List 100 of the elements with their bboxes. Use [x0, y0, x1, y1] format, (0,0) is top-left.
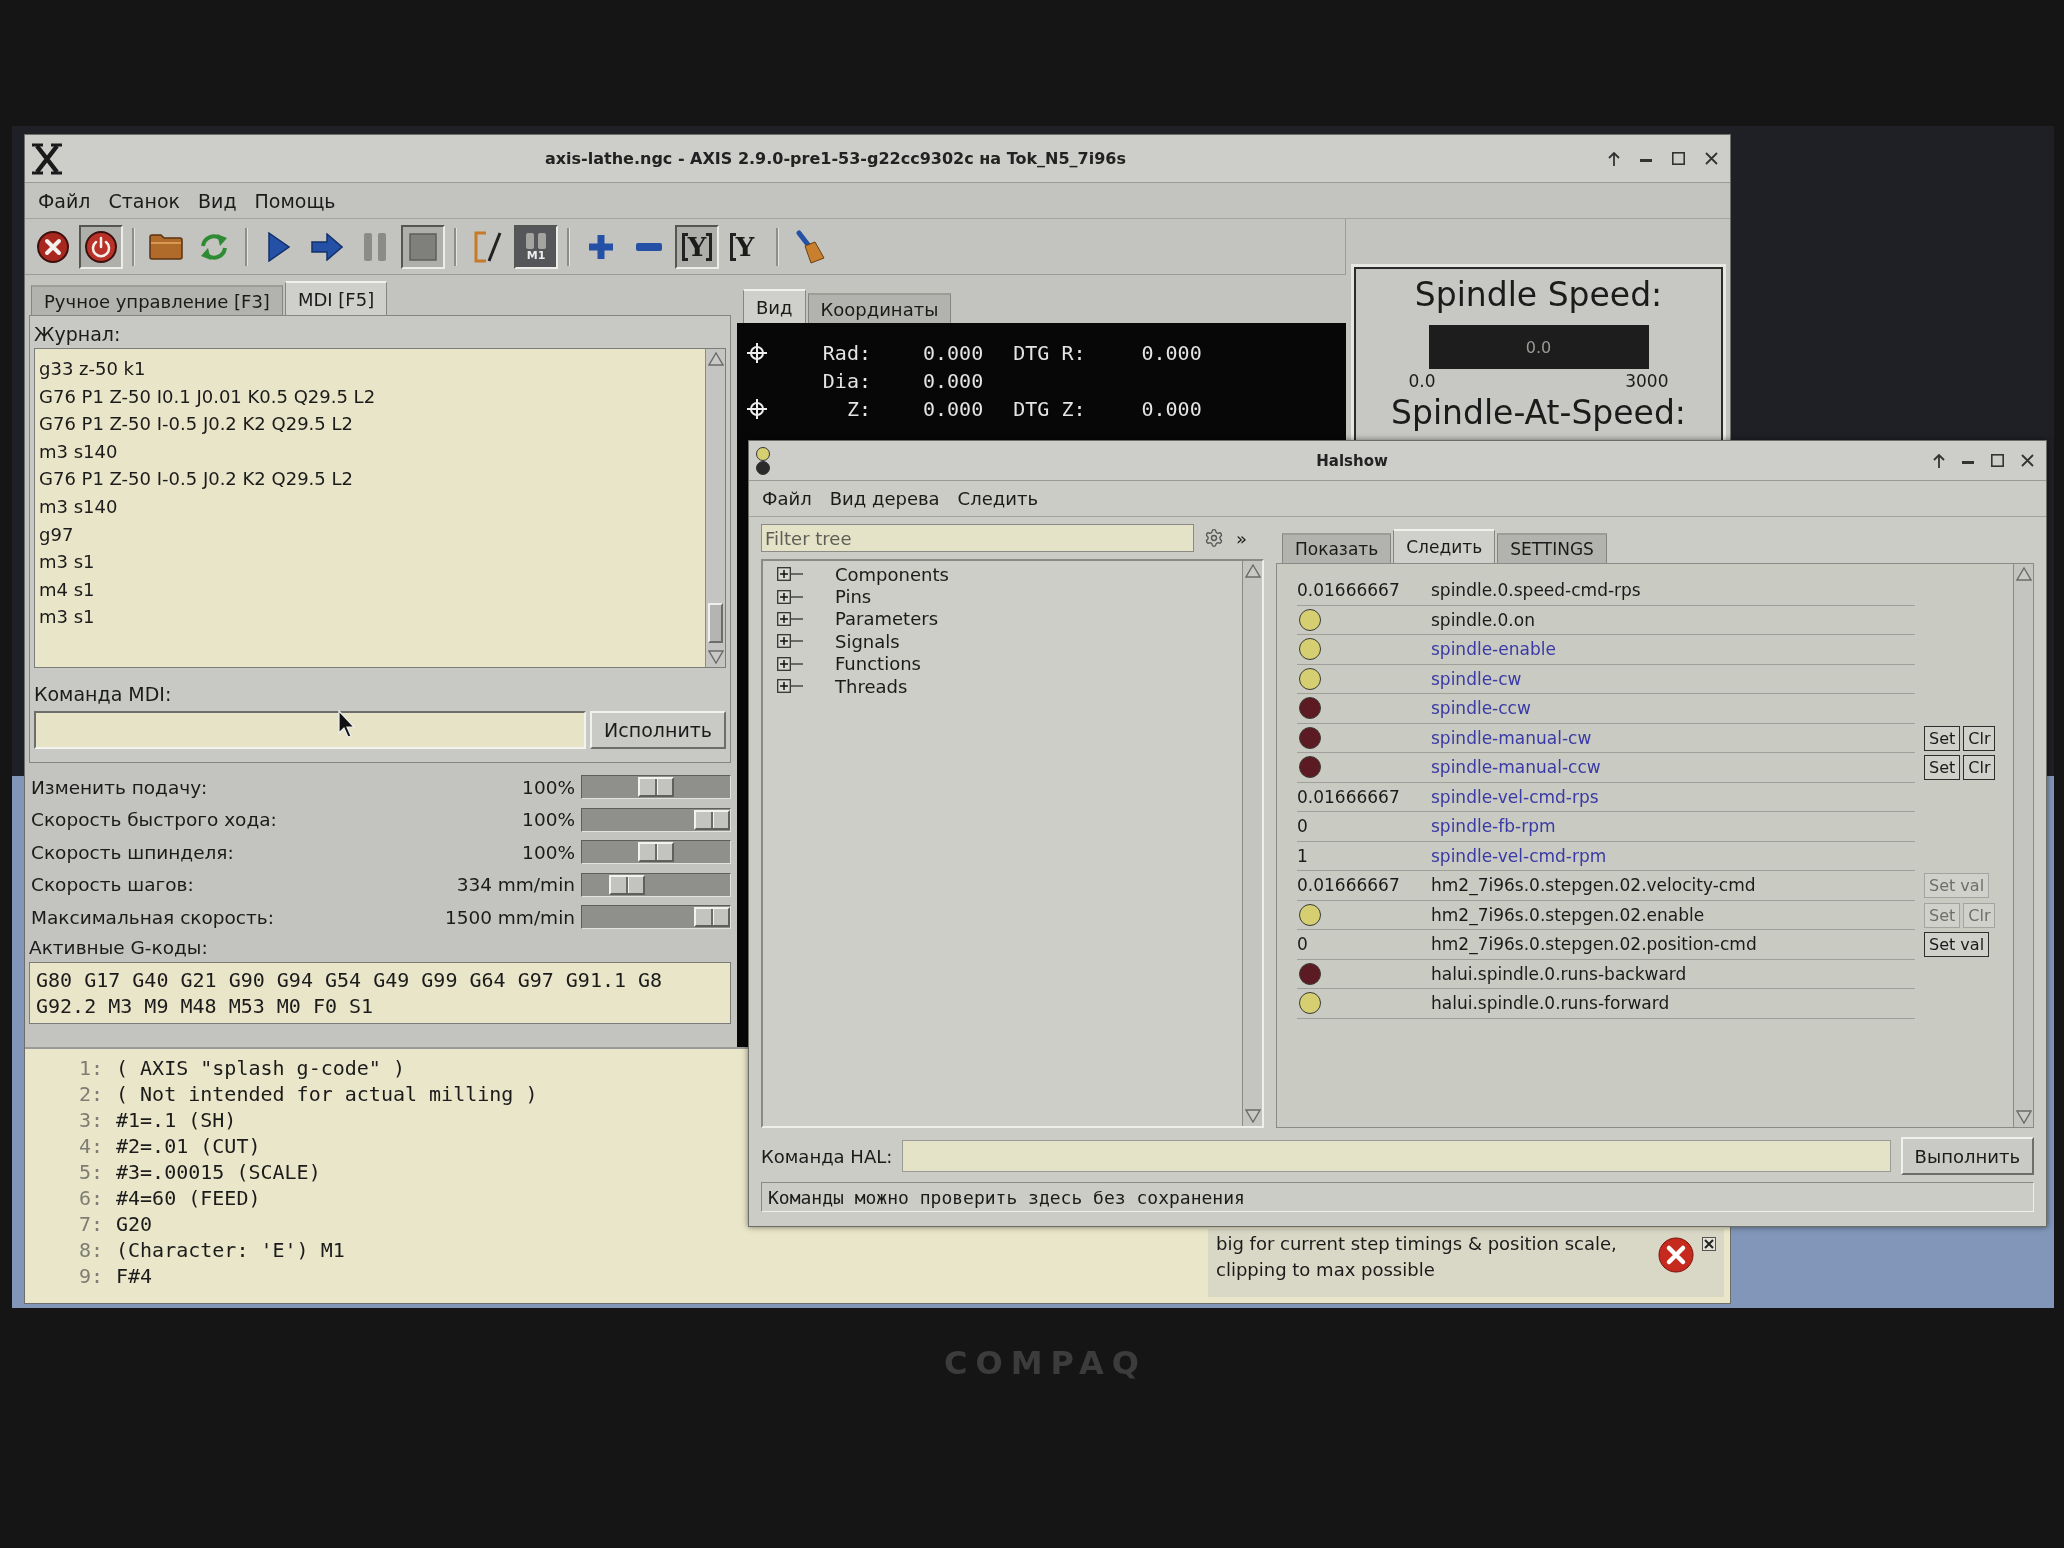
menu-item[interactable]: Вид — [189, 187, 246, 214]
slider-reading: 100% — [522, 809, 575, 831]
filter-field[interactable]: Filter tree — [761, 524, 1194, 552]
line-number: 4: — [78, 1133, 103, 1159]
slider-track[interactable] — [581, 905, 731, 930]
arrow-down-icon[interactable] — [2015, 1110, 2032, 1124]
history-item[interactable]: m3 s1 — [39, 548, 95, 576]
tab[interactable]: SETTINGS — [1497, 533, 1607, 563]
axis-position: 0.000 — [923, 341, 984, 365]
history-item[interactable]: g33 z-50 k1 — [39, 355, 146, 383]
arrow-down-icon[interactable] — [1244, 1109, 1261, 1123]
slider-label: Скорость быстрого хода: — [31, 809, 277, 831]
watched-name: spindle.0.speed-cmd-rps — [1431, 580, 1641, 601]
slider-track[interactable] — [581, 807, 731, 832]
slider-thumb[interactable] — [608, 874, 645, 895]
set-button[interactable]: Set — [1924, 725, 1961, 751]
scrollbar-thumb[interactable] — [708, 603, 723, 643]
watched-name: spindle-manual-cw — [1431, 727, 1592, 748]
tab[interactable]: Вид — [743, 289, 806, 323]
dtg-value: 0.000 — [1141, 341, 1202, 365]
tree-item[interactable]: Threads — [835, 675, 908, 697]
history-item[interactable]: m3 s140 — [39, 492, 118, 521]
scrollbar[interactable] — [1242, 561, 1262, 1126]
history-item[interactable]: m3 s1 — [39, 603, 95, 631]
menu-item[interactable]: Следить — [948, 486, 1047, 511]
tab[interactable]: Ручное управление [F3] — [31, 285, 283, 315]
power-button[interactable] — [79, 224, 123, 269]
tree-item[interactable]: Pins — [835, 586, 872, 608]
maximize-icon[interactable] — [1672, 152, 1685, 165]
scrollbar[interactable] — [705, 349, 725, 667]
slider-track[interactable] — [581, 840, 731, 865]
plus-box-icon[interactable] — [777, 679, 803, 694]
slider-thumb[interactable] — [638, 777, 674, 798]
arrow-down-icon[interactable] — [707, 650, 724, 664]
tab[interactable]: Следить — [1393, 529, 1496, 563]
tab[interactable]: Показать — [1282, 533, 1392, 563]
set-button[interactable]: Clr — [1963, 725, 1996, 751]
line-number: 5: — [78, 1159, 103, 1185]
slider-reading: 334 mm/min — [456, 874, 575, 896]
scrollbar[interactable] — [2013, 564, 2033, 1127]
minimize-icon[interactable] — [1640, 158, 1652, 162]
close-icon[interactable] — [2021, 454, 2034, 467]
set-button[interactable]: Set — [1924, 755, 1961, 781]
history-item[interactable]: G76 P1 Z-50 I0.1 J0.01 K0.5 Q29.5 L2 — [39, 382, 376, 411]
history-item[interactable]: G76 P1 Z-50 I-0.5 J0.2 K2 Q29.5 L2 — [39, 410, 353, 438]
line-number: 6: — [78, 1185, 103, 1211]
plus-box-icon[interactable] — [777, 567, 803, 582]
maximize-icon[interactable] — [1991, 454, 2004, 467]
history-item[interactable]: m4 s1 — [39, 575, 95, 604]
tree-item[interactable]: Parameters — [835, 608, 939, 630]
slider-thumb[interactable] — [694, 809, 730, 830]
set-button[interactable]: Set val — [1924, 932, 1990, 958]
slider-label: Скорость шпинделя: — [31, 841, 234, 863]
slider-thumb[interactable] — [638, 842, 674, 863]
tree-item[interactable]: Functions — [835, 653, 921, 675]
set-button[interactable]: Clr — [1963, 755, 1996, 781]
hal-command-field[interactable] — [902, 1140, 1891, 1172]
mdi-command-field[interactable] — [34, 711, 587, 749]
dtg-value: 0.000 — [1141, 397, 1202, 421]
pin-value: 0.01666667 — [1297, 580, 1400, 601]
brush-icon — [795, 229, 825, 264]
arrow-up-icon[interactable] — [1608, 151, 1620, 166]
plus-box-icon[interactable] — [777, 611, 803, 626]
watched-name: spindle-enable — [1431, 639, 1556, 660]
watched-name: spindle-vel-cmd-rpm — [1431, 845, 1607, 866]
menu-item[interactable]: Файл — [29, 187, 100, 214]
history-item[interactable]: g97 — [39, 520, 74, 549]
menu-item[interactable]: Помощь — [245, 187, 345, 214]
minimize-icon[interactable] — [1962, 460, 1974, 464]
stop-button[interactable] — [401, 224, 445, 269]
close-icon[interactable] — [1705, 152, 1718, 165]
play-icon — [268, 231, 290, 262]
bars-icon — [525, 231, 547, 250]
arrow-up-icon[interactable] — [1933, 453, 1945, 468]
notification-text: big for current step timings & position scale, — [1216, 1232, 1617, 1256]
plus-box-icon[interactable] — [777, 589, 803, 604]
slider-label: Максимальная скорость: — [31, 906, 274, 928]
execute-button[interactable]: Выполнить — [1900, 1137, 2034, 1175]
view-button[interactable]: Y — [675, 224, 719, 269]
history-item[interactable]: G76 P1 Z-50 I-0.5 J0.2 K2 Q29.5 L2 — [39, 465, 353, 493]
tree-item[interactable]: Components — [835, 563, 949, 585]
run-button[interactable]: Исполнить — [590, 711, 726, 749]
tab[interactable]: MDI [F5] — [284, 281, 388, 315]
slider-thumb[interactable] — [694, 907, 730, 928]
settings-icon[interactable] — [1204, 528, 1224, 548]
history-item[interactable]: m3 s140 — [39, 437, 118, 466]
close-icon[interactable] — [1702, 1237, 1716, 1251]
x-logo-icon[interactable] — [31, 142, 63, 175]
plus-box-icon[interactable] — [777, 656, 803, 671]
menu-item[interactable]: Файл — [753, 486, 821, 511]
line-number: 2: — [78, 1081, 103, 1107]
minus-icon — [636, 242, 662, 251]
tab[interactable]: Координаты — [807, 293, 952, 323]
tree-item[interactable]: Signals — [835, 630, 900, 652]
slider-track[interactable] — [581, 775, 731, 800]
menu-item[interactable]: Вид дерева — [820, 486, 949, 511]
optional-stop-button[interactable]: M1 — [514, 224, 558, 269]
slider-track[interactable] — [581, 872, 731, 897]
plus-box-icon[interactable] — [777, 634, 803, 649]
menu-item[interactable]: Станок — [99, 187, 189, 214]
